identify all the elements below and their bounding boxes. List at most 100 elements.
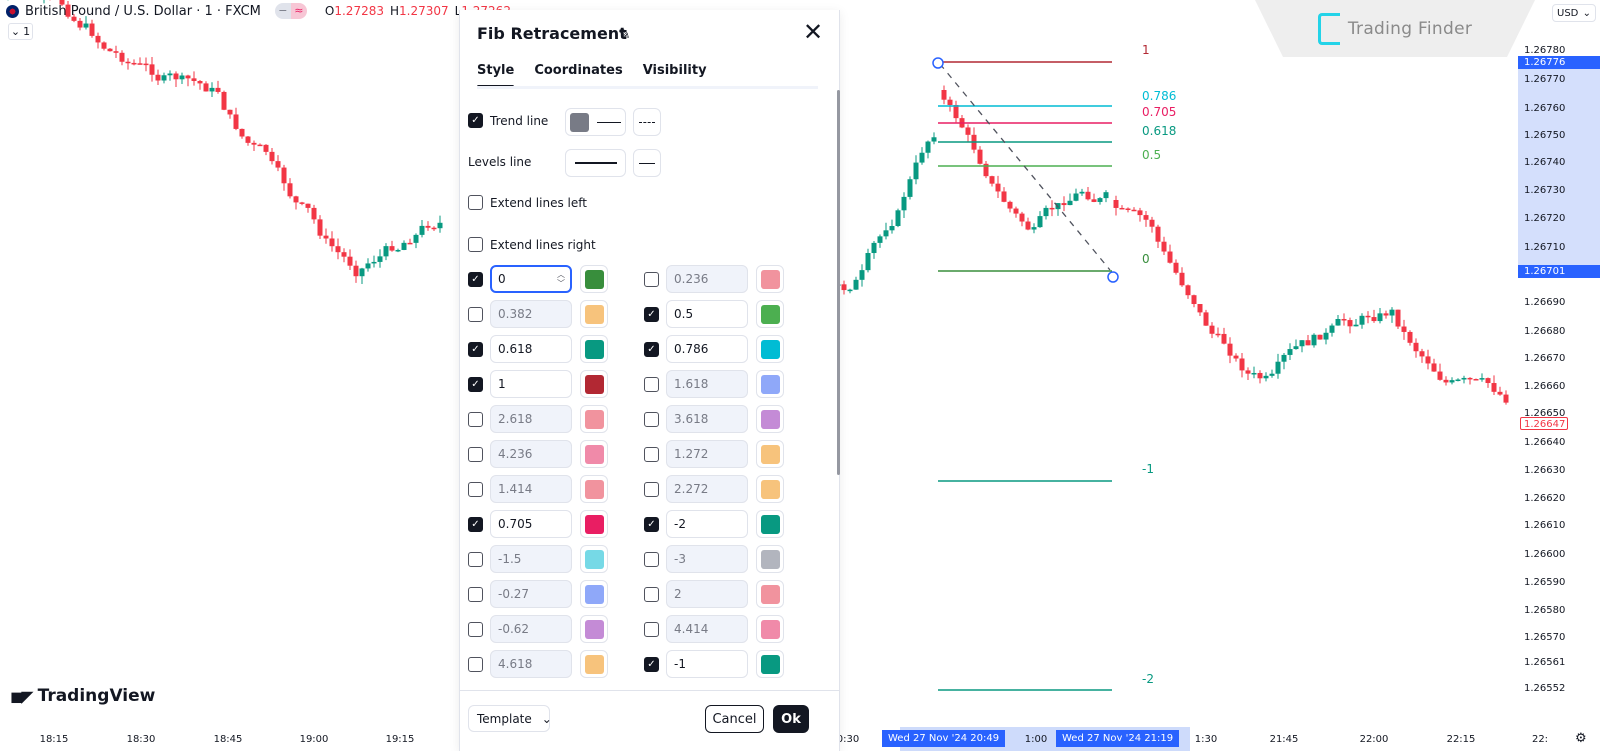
fib-level-color-button[interactable] <box>580 580 608 608</box>
fib-level-checkbox[interactable] <box>468 587 483 602</box>
pencil-icon[interactable]: ✎ <box>618 25 631 43</box>
fib-level-value-input[interactable]: 1.618 <box>666 370 748 398</box>
fib-level-color-button[interactable] <box>580 615 608 643</box>
fib-level-value-input[interactable]: 3.618 <box>666 405 748 433</box>
fib-level-checkbox[interactable] <box>468 447 483 462</box>
fib-level-value-input[interactable]: 0.5 <box>666 300 748 328</box>
fib-level-value-input[interactable]: 0.618 <box>490 335 572 363</box>
fib-level-color-button[interactable] <box>580 545 608 573</box>
fib-level-value-input[interactable]: -1.5 <box>490 545 572 573</box>
fib-level-checkbox[interactable]: ✓ <box>468 517 483 532</box>
currency-select[interactable]: USD ⌄ <box>1552 4 1596 22</box>
fib-level-color-button[interactable] <box>580 300 608 328</box>
fib-level-color-button[interactable] <box>580 370 608 398</box>
levels-line-style-button[interactable] <box>633 149 661 177</box>
fib-level-color-button[interactable] <box>580 510 608 538</box>
fib-level-checkbox[interactable] <box>468 657 483 672</box>
fib-level-checkbox[interactable] <box>468 307 483 322</box>
candle <box>1287 343 1293 361</box>
tab-coordinates[interactable]: Coordinates <box>534 63 622 86</box>
fib-level-value-input[interactable]: 2 <box>666 580 748 608</box>
dialog-scrollbar[interactable] <box>837 90 840 475</box>
fib-level-value-input[interactable]: -1 <box>666 650 748 678</box>
ok-button[interactable]: Ok <box>773 705 809 733</box>
fib-level-value-input[interactable]: -3 <box>666 545 748 573</box>
fib-level-checkbox[interactable] <box>468 482 483 497</box>
fib-level-value-input[interactable]: 4.236 <box>490 440 572 468</box>
trend-line-dash-style-button[interactable] <box>633 108 661 136</box>
fib-level-checkbox[interactable]: ✓ <box>468 342 483 357</box>
fib-level-checkbox[interactable]: ✓ <box>644 657 659 672</box>
fib-level-checkbox[interactable] <box>644 482 659 497</box>
fib-level-checkbox[interactable]: ✓ <box>644 517 659 532</box>
fib-level-color-button[interactable] <box>580 440 608 468</box>
fib-level-checkbox[interactable] <box>644 377 659 392</box>
fib-level-value-input[interactable]: -0.27 <box>490 580 572 608</box>
fib-level-color-button[interactable] <box>580 650 608 678</box>
stepper-arrows-icon[interactable]: ︿ ﹀ <box>557 270 565 288</box>
levels-line-width-button[interactable] <box>565 149 626 177</box>
fib-level-checkbox[interactable] <box>468 552 483 567</box>
fib-level-value-input[interactable]: 4.618 <box>490 650 572 678</box>
fib-level-checkbox[interactable] <box>644 447 659 462</box>
close-icon[interactable]: ✕ <box>803 20 823 44</box>
fib-level-color-button[interactable] <box>756 405 784 433</box>
fib-level-value-input[interactable]: 0 ︿ ﹀ <box>490 265 572 293</box>
fib-level-checkbox[interactable]: ✓ <box>468 272 483 287</box>
fib-level-checkbox[interactable] <box>644 272 659 287</box>
extend-left-checkbox[interactable] <box>468 195 483 210</box>
tab-visibility[interactable]: Visibility <box>643 63 707 86</box>
fib-anchor-handle[interactable] <box>1107 271 1119 283</box>
fib-level-value-input[interactable]: 1 <box>490 370 572 398</box>
fib-level-value-input[interactable]: 2.618 <box>490 405 572 433</box>
fib-anchor-handle[interactable] <box>932 57 944 69</box>
fib-level-checkbox[interactable]: ✓ <box>468 377 483 392</box>
fib-level-value-input[interactable]: 0.705 <box>490 510 572 538</box>
tab-style[interactable]: Style <box>477 63 515 88</box>
fib-level-checkbox[interactable] <box>644 552 659 567</box>
fib-level-color-button[interactable] <box>756 650 784 678</box>
trend-line-color-style-button[interactable] <box>565 108 626 136</box>
fib-level-color-button[interactable] <box>756 370 784 398</box>
fib-level-color-button[interactable] <box>756 475 784 503</box>
fib-level-value-input[interactable]: 2.272 <box>666 475 748 503</box>
fib-level-checkbox[interactable]: ✓ <box>644 342 659 357</box>
extend-right-checkbox[interactable] <box>468 237 483 252</box>
fib-level-color-button[interactable] <box>756 510 784 538</box>
fib-level-color-button[interactable] <box>756 545 784 573</box>
fib-level-color-button[interactable] <box>580 335 608 363</box>
status-pill[interactable]: − ≈ <box>274 3 307 19</box>
fib-trend-line[interactable] <box>939 63 1111 271</box>
fib-level-color-button[interactable] <box>756 580 784 608</box>
fib-level-checkbox[interactable] <box>644 622 659 637</box>
fib-level-color-button[interactable] <box>756 300 784 328</box>
fib-level-value-input[interactable]: 0.236 <box>666 265 748 293</box>
fib-level-value-input[interactable]: 4.414 <box>666 615 748 643</box>
symbol-name[interactable]: British Pound / U.S. Dollar · 1 · FXCM <box>25 4 261 19</box>
fib-level-value-input[interactable]: -0.62 <box>490 615 572 643</box>
fib-level-color-button[interactable] <box>756 615 784 643</box>
indicators-collapse-button[interactable]: ⌄ 1 <box>8 23 33 40</box>
fib-level-checkbox[interactable] <box>468 622 483 637</box>
template-dropdown[interactable]: Template ⌄ <box>468 705 552 732</box>
fib-level-checkbox[interactable] <box>644 587 659 602</box>
fib-level-value: 4.618 <box>498 657 533 671</box>
fib-level-checkbox[interactable] <box>468 412 483 427</box>
trend-line-checkbox[interactable]: ✓ <box>468 113 483 128</box>
fib-level-value-input[interactable]: 1.272 <box>666 440 748 468</box>
fib-level-color-button[interactable] <box>580 405 608 433</box>
fib-level-value-input[interactable]: 1.414 <box>490 475 572 503</box>
chart-settings-gear-icon[interactable]: ⚙ <box>1575 731 1589 746</box>
fib-level-color-button[interactable] <box>756 440 784 468</box>
fib-level-value-input[interactable]: -2 <box>666 510 748 538</box>
tradingview-logo[interactable]: ◼◤ TradingView <box>10 686 155 706</box>
fib-level-checkbox[interactable] <box>644 412 659 427</box>
fib-level-checkbox[interactable]: ✓ <box>644 307 659 322</box>
fib-level-color-button[interactable] <box>756 335 784 363</box>
cancel-button[interactable]: Cancel <box>705 705 764 733</box>
fib-level-color-button[interactable] <box>756 265 784 293</box>
fib-level-color-button[interactable] <box>580 265 608 293</box>
fib-level-value-input[interactable]: 0.382 <box>490 300 572 328</box>
fib-level-value-input[interactable]: 0.786 <box>666 335 748 363</box>
fib-level-color-button[interactable] <box>580 475 608 503</box>
